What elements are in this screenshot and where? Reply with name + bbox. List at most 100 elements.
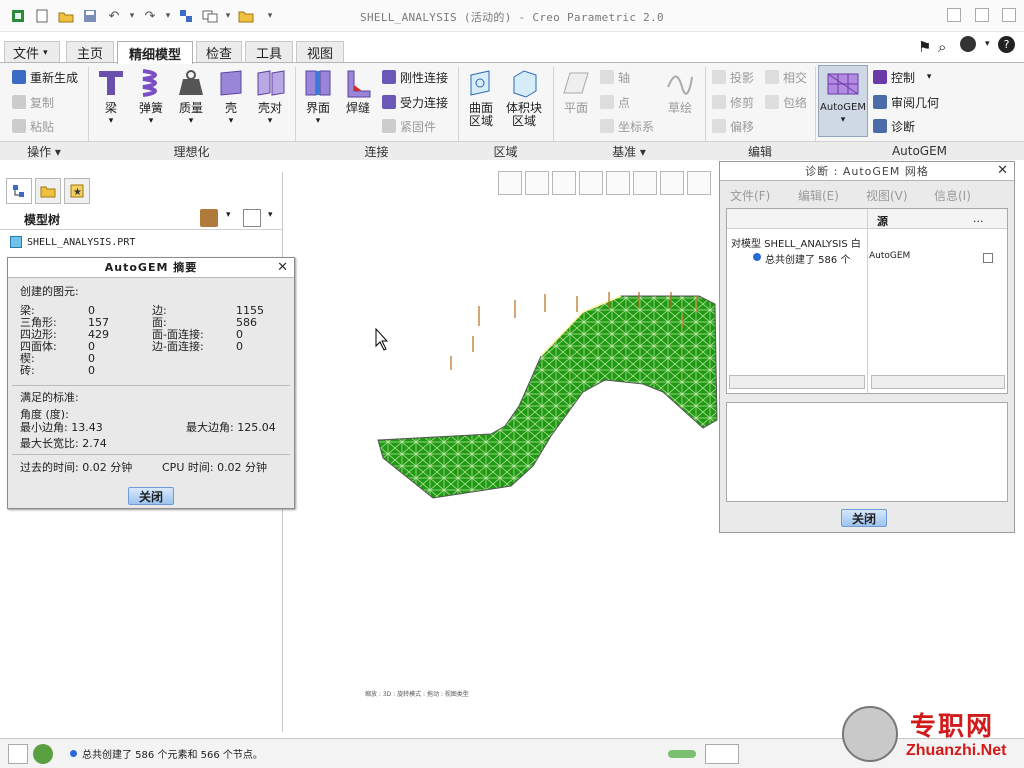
tab-home[interactable]: 主页	[66, 41, 114, 63]
axis-button[interactable]: 轴	[600, 68, 630, 86]
browser-toggle-icon[interactable]	[33, 744, 53, 764]
diagnostics-close-icon[interactable]: ✕	[997, 163, 1008, 178]
zoom-in-icon[interactable]	[525, 171, 549, 195]
tab-file[interactable]: 文件 ▾	[4, 41, 60, 63]
watermark-cn: 专职网	[910, 712, 995, 742]
project-button[interactable]: 投影	[712, 68, 754, 86]
ribbon: 重新生成 复制 粘贴 操作 ▾ 梁 ▾ 弹簧 ▾ 质量 ▾ 壳 ▾ 壳对 ▾ 理想化 界面…	[0, 62, 1024, 160]
sketch-button[interactable]: 草绘	[662, 67, 698, 115]
point-button[interactable]: 点	[600, 93, 630, 111]
max-angle: 最大边角: 125.04	[186, 421, 276, 434]
help-center-icon[interactable]	[960, 36, 976, 52]
model-viewport[interactable]: 缩放 : 3D : 旋转模式 : 拖动 : 视图类型	[283, 196, 719, 736]
diag-model-line: 对模型 SHELL_ANALYSIS 白	[731, 239, 861, 250]
folder-browser-tab[interactable]	[35, 178, 61, 204]
refit-icon[interactable]	[498, 171, 522, 195]
menu-file[interactable]: 文件(F)	[730, 187, 770, 204]
flag-icon[interactable]: ⚑	[918, 38, 931, 56]
col-more-header[interactable]: ...	[973, 212, 984, 225]
col-source-header[interactable]: 源	[877, 213, 888, 229]
review-geometry-icon	[873, 95, 887, 109]
volume-region-button[interactable]: 体积块 区域	[503, 67, 545, 128]
tree-show-icon[interactable]	[243, 209, 261, 227]
mass-icon	[179, 70, 203, 95]
project-icon	[712, 70, 726, 84]
show-navigator-icon[interactable]	[8, 744, 28, 764]
saved-views-icon[interactable]	[633, 171, 657, 195]
selection-filter-icon[interactable]	[705, 744, 739, 764]
diagnostics-detail	[726, 402, 1008, 502]
datum-display-icon[interactable]	[687, 171, 711, 195]
tab-view[interactable]: 视图	[296, 41, 344, 63]
group-datum[interactable]: 基准 ▾	[553, 141, 705, 160]
favorites-tab[interactable]: ★	[64, 178, 90, 204]
tree-show-dropdown-icon[interactable]: ▾	[268, 210, 273, 220]
model-tree-title: 模型树	[24, 213, 61, 227]
part-icon	[10, 236, 22, 248]
tree-root-item[interactable]: SHELL_ANALYSIS.PRT	[10, 235, 135, 249]
summary-close-button[interactable]: 关闭	[128, 487, 174, 505]
diag-checkbox[interactable]	[983, 253, 993, 263]
beam-button[interactable]: 梁 ▾	[94, 67, 128, 128]
controls-button[interactable]: 控制 ▾	[873, 68, 931, 86]
review-geometry-button[interactable]: 审阅几何	[873, 93, 939, 111]
volume-region-icon	[513, 70, 537, 98]
view-manager-icon[interactable]	[660, 171, 684, 195]
point-icon	[600, 95, 614, 109]
zoom-out-icon[interactable]	[552, 171, 576, 195]
menu-info[interactable]: 信息(I)	[934, 187, 971, 204]
interface-button[interactable]: 界面 ▾	[300, 67, 336, 128]
tab-tools[interactable]: 工具	[245, 41, 293, 63]
wrap-button[interactable]: 包络	[765, 93, 807, 111]
offset-button[interactable]: 偏移	[712, 117, 754, 135]
trim-button[interactable]: 修剪	[712, 93, 754, 111]
close-window-button[interactable]	[1002, 8, 1016, 22]
spring-button[interactable]: 弹簧 ▾	[134, 67, 168, 128]
autogem-button[interactable]: AutoGEM ▾	[818, 65, 868, 137]
diagnostics-button[interactable]: 诊断	[873, 117, 915, 135]
group-operations[interactable]: 操作 ▾	[0, 141, 88, 160]
diag-message[interactable]: 总共创建了 586 个	[765, 251, 866, 266]
criteria-heading: 满足的标准:	[20, 391, 79, 404]
shell-pair-button[interactable]: 壳对 ▾	[252, 67, 288, 128]
intersect-button[interactable]: 相交	[765, 68, 807, 86]
display-style-icon[interactable]	[606, 171, 630, 195]
paste-button[interactable]: 粘贴	[12, 117, 54, 135]
menu-view[interactable]: 视图(V)	[866, 187, 908, 204]
surface-region-button[interactable]: 曲面 区域	[463, 67, 499, 128]
help-icon[interactable]: ?	[998, 36, 1015, 53]
model-tree-tab[interactable]	[6, 178, 32, 204]
group-autogem: AutoGEM	[815, 141, 1024, 160]
rigid-link-button[interactable]: 刚性连接	[382, 68, 448, 86]
plane-button[interactable]: 平面	[558, 67, 594, 115]
h-scrollbar-left[interactable]	[729, 375, 865, 389]
regenerate-button[interactable]: 重新生成	[12, 68, 78, 86]
tree-settings-icon[interactable]	[200, 209, 218, 227]
mass-button[interactable]: 质量 ▾	[174, 67, 208, 128]
autogem-summary-dialog: AutoGEM 摘要 ✕ 创建的图元: 满足的标准: 角度 (度): 最小边角:…	[7, 257, 295, 509]
tree-settings-dropdown-icon[interactable]: ▾	[226, 210, 231, 220]
paste-icon	[12, 119, 26, 133]
tab-refine-model[interactable]: 精细模型	[117, 41, 193, 64]
tab-inspect[interactable]: 检查	[196, 41, 242, 63]
restore-button[interactable]	[975, 8, 989, 22]
search-icon[interactable]: ⌕	[938, 38, 946, 56]
shell-pair-icon	[257, 70, 285, 96]
weighted-link-icon	[382, 95, 396, 109]
weld-button[interactable]: 焊缝	[340, 67, 376, 115]
weighted-link-button[interactable]: 受力连接	[382, 93, 448, 111]
copy-button[interactable]: 复制	[12, 93, 54, 111]
fastener-button[interactable]: 紧固件	[382, 117, 436, 135]
coord-sys-button[interactable]: 坐标系	[600, 117, 654, 135]
group-edit: 编辑	[705, 141, 815, 160]
rigid-link-icon	[382, 70, 396, 84]
h-scrollbar-right[interactable]	[871, 375, 1005, 389]
shell-button[interactable]: 壳 ▾	[214, 67, 248, 128]
menu-edit[interactable]: 编辑(E)	[798, 187, 839, 204]
summary-close-icon[interactable]: ✕	[277, 260, 288, 275]
repaint-icon[interactable]	[579, 171, 603, 195]
minimize-button[interactable]	[947, 8, 961, 22]
help-dropdown-icon[interactable]: ▾	[985, 39, 990, 49]
created-heading: 创建的图元:	[20, 285, 79, 298]
diagnostics-close-button[interactable]: 关闭	[841, 509, 887, 527]
